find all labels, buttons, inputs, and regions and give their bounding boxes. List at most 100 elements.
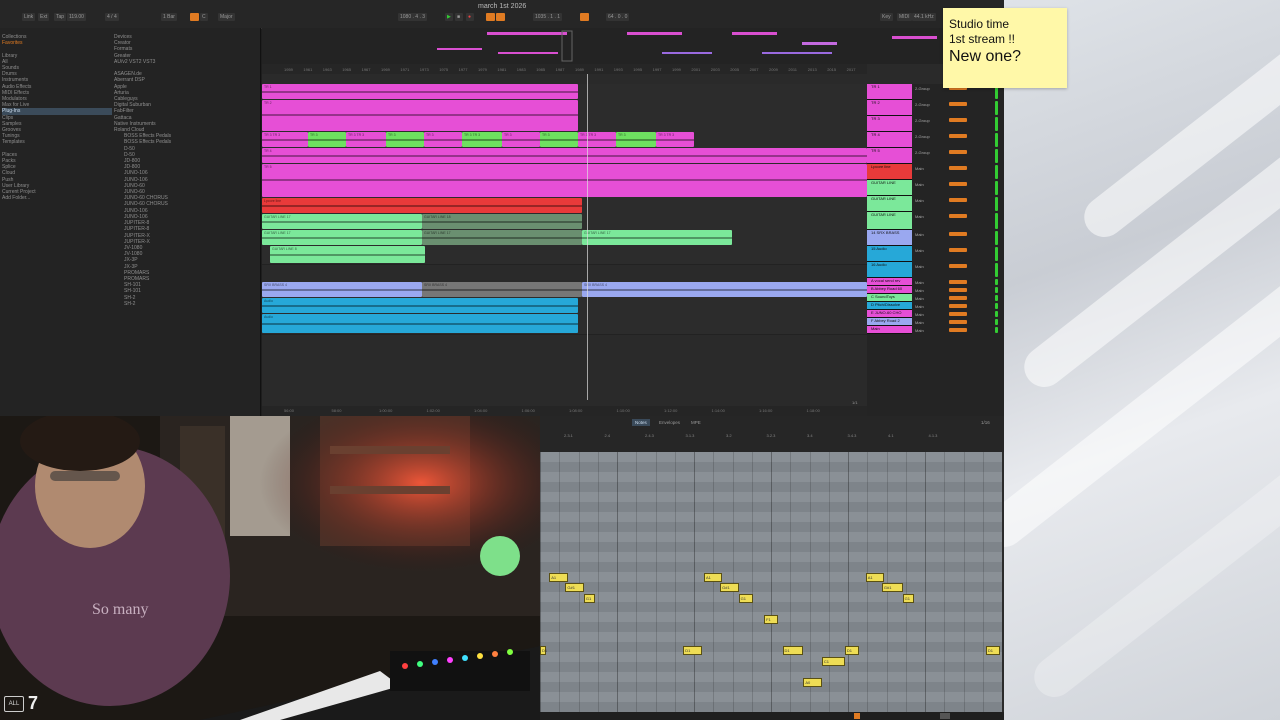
play-icon[interactable]: ▶ <box>445 13 453 21</box>
editor-scrollbar[interactable] <box>540 712 1004 720</box>
tempo-field[interactable]: 119.00 <box>67 13 86 21</box>
scroll-thumb[interactable] <box>940 713 950 719</box>
grid-zoom[interactable]: 1/16 <box>978 419 993 426</box>
output-routing[interactable]: 2-Group <box>915 150 930 155</box>
volume-field[interactable] <box>949 134 967 138</box>
arrangement-clip[interactable]: TR 3 TR 3 <box>262 132 308 147</box>
midi-note[interactable]: A1 <box>865 572 885 582</box>
volume-field[interactable] <box>949 118 967 122</box>
arrangement-clip[interactable]: GUITAR LINE 17 <box>262 230 422 245</box>
tab-notes[interactable]: Notes <box>632 419 650 426</box>
volume-field[interactable] <box>949 280 967 284</box>
arrangement-overview[interactable] <box>262 28 1004 64</box>
arrangement-clip[interactable]: Audio <box>262 314 578 333</box>
tab-envelopes[interactable]: Envelopes <box>656 419 683 426</box>
track-header[interactable]: F Abbey Road 2 <box>867 318 912 326</box>
track-header[interactable]: TR 5 <box>867 148 912 164</box>
tap-button[interactable]: Tap <box>54 13 67 21</box>
midi-note[interactable]: G#1 <box>720 583 739 592</box>
output-routing[interactable]: 2-Group <box>915 118 930 123</box>
track-header[interactable]: A vocal send rev <box>867 278 912 286</box>
output-routing[interactable]: Main <box>915 320 924 325</box>
arrangement-clip[interactable]: TR 3 TR 3 <box>656 132 694 147</box>
output-routing[interactable]: 2-Group <box>915 134 930 139</box>
track-header[interactable]: TR 1 <box>867 84 912 100</box>
midi-note[interactable]: D1 <box>683 646 702 655</box>
midi-note[interactable]: A1 <box>704 572 723 582</box>
track-header[interactable]: E JUNO-60 CHO <box>867 310 912 318</box>
output-routing[interactable]: Main <box>915 296 924 301</box>
arrangement-clip[interactable]: TR 3 <box>540 132 578 147</box>
arrangement-clip[interactable]: SRX BRASS 4 <box>582 282 867 297</box>
track-header[interactable]: GUITAR LINE <box>867 196 912 212</box>
output-routing[interactable]: 2-Group <box>915 86 930 91</box>
arrangement-ruler[interactable]: 1959 1961 1963 1965 1967 1969 1971 1973 1975 1977… <box>262 64 867 74</box>
volume-field[interactable] <box>949 166 967 170</box>
overdub-icon[interactable] <box>486 13 495 21</box>
midi-note[interactable]: D1 <box>985 646 1000 655</box>
output-routing[interactable]: Main <box>915 304 924 309</box>
midi-note[interactable]: G1 <box>902 593 915 603</box>
volume-field[interactable] <box>949 320 967 324</box>
volume-field[interactable] <box>949 214 967 218</box>
scale-selector[interactable]: Major <box>218 13 235 21</box>
arrangement-clip[interactable]: GUITAR LINE 17 <box>422 230 582 245</box>
volume-field[interactable] <box>949 328 967 332</box>
output-routing[interactable]: Main <box>915 182 924 187</box>
track-lane[interactable]: Lpcore line <box>262 198 867 215</box>
volume-field[interactable] <box>949 304 967 308</box>
loop-length-field[interactable]: 64 . 0 . 0 <box>606 13 630 21</box>
output-routing[interactable]: Main <box>915 198 924 203</box>
volume-field[interactable] <box>949 198 967 202</box>
track-header[interactable]: C SoundToys <box>867 294 912 302</box>
midi-note[interactable]: D1 <box>844 646 859 655</box>
arrangement-clip[interactable]: SRX BRASS 4 <box>422 282 582 297</box>
arrangement-clip[interactable]: TR 3 <box>502 132 540 147</box>
quantize-menu[interactable]: 1 Bar <box>161 13 177 21</box>
track-header[interactable]: Main <box>867 326 912 334</box>
track-header[interactable]: TR 2 <box>867 100 912 116</box>
sticky-note[interactable]: Studio time 1st stream !! New one? <box>943 8 1067 88</box>
editor-ruler[interactable]: 2.3.1 2.4 2.4.3 3.1.3 3.2 3.2.3 3.4 3.4.3 4.1 4.1… <box>540 430 1004 452</box>
midi-map-button[interactable]: MIDI <box>897 13 912 21</box>
key-selector[interactable]: C <box>200 13 208 21</box>
output-routing[interactable]: Main <box>915 232 924 237</box>
track-lane[interactable]: TR 2 <box>262 100 867 133</box>
midi-note[interactable]: G#1 <box>565 583 584 592</box>
output-routing[interactable]: Main <box>915 166 924 171</box>
arrangement-clip[interactable]: TR 3 TR 3 <box>462 132 502 147</box>
track-lane[interactable]: TR 5 <box>262 164 867 199</box>
places-item[interactable]: Add Folder... <box>2 195 112 201</box>
time-signature-field[interactable]: 4 / 4 <box>105 13 119 21</box>
track-lane[interactable]: GUITAR LINE 17 GUITAR LINE 18 <box>262 214 867 231</box>
loop-icon[interactable] <box>580 13 589 21</box>
piano-roll-grid[interactable]: A1 G#1 G1 D1 D1 A1 G#1 G1 F1 D1 C1 A0 D1 A1 G#1 G1 D1 <box>540 452 1002 712</box>
output-routing[interactable]: Main <box>915 214 924 219</box>
arrangement-clip[interactable]: Audio <box>262 298 578 313</box>
arrangement-clip[interactable]: Lpcore line <box>262 198 582 213</box>
output-routing[interactable]: Main <box>915 264 924 269</box>
midi-note[interactable]: F1 <box>764 614 778 624</box>
track-lane[interactable]: TR 1 <box>262 84 867 101</box>
midi-note[interactable]: A1 <box>549 572 568 582</box>
arrangement-clip[interactable]: TR 3 <box>308 132 346 147</box>
volume-field[interactable] <box>949 296 967 300</box>
track-header[interactable]: 14 SRX BRASS <box>867 230 912 246</box>
volume-field[interactable] <box>949 248 967 252</box>
volume-field[interactable] <box>949 102 967 106</box>
output-routing[interactable]: 2-Group <box>915 102 930 107</box>
output-routing[interactable]: Main <box>915 288 924 293</box>
track-lane[interactable]: SRX BRASS 4 SRX BRASS 4 SRX BRASS 4 <box>262 282 867 299</box>
volume-field[interactable] <box>949 150 967 154</box>
volume-field[interactable] <box>949 288 967 292</box>
track-lane[interactable]: Audio <box>262 314 867 335</box>
key-map-button[interactable]: Key <box>880 13 893 21</box>
time-ruler[interactable]: 56:00 58:00 1:00:00 1:02:00 1:04:00 1:06:00 1:… <box>262 406 867 416</box>
arrangement-clip[interactable]: GUITAR LINE 17 <box>262 214 422 229</box>
arrangement-clip[interactable]: TR 4 <box>262 148 867 163</box>
track-header[interactable]: 15 Audio <box>867 246 912 262</box>
arrangement-clip[interactable]: TR 3 <box>616 132 656 147</box>
arrangement-clip[interactable]: TR 1 <box>262 84 578 99</box>
arrangement-clip[interactable]: GUITAR LINE 17 <box>582 230 732 245</box>
output-routing[interactable]: Main <box>915 280 924 285</box>
